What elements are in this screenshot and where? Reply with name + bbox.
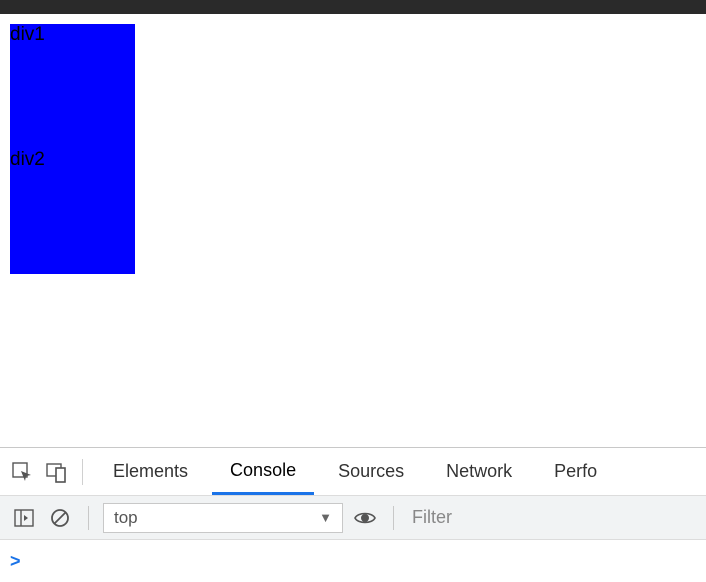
tab-performance-label: Perfo	[554, 461, 597, 482]
tab-elements-label: Elements	[113, 461, 188, 482]
devtools-panel: Elements Console Sources Network Perfo t…	[0, 447, 706, 582]
blue-container: div1 div2	[10, 24, 135, 274]
tab-separator	[82, 459, 83, 485]
tab-network-label: Network	[446, 461, 512, 482]
console-input-row[interactable]: >	[0, 540, 706, 582]
prompt-caret-icon: >	[10, 551, 21, 572]
tab-sources[interactable]: Sources	[320, 448, 422, 495]
inspect-icon[interactable]	[8, 458, 36, 486]
browser-top-bar	[0, 0, 706, 14]
toolbar-separator	[88, 506, 89, 530]
filter-input[interactable]	[408, 503, 696, 533]
div2-label: div2	[10, 149, 45, 170]
tab-console[interactable]: Console	[212, 448, 314, 495]
chevron-down-icon: ▼	[319, 510, 332, 525]
toolbar-separator	[393, 506, 394, 530]
tab-elements[interactable]: Elements	[95, 448, 206, 495]
page-viewport: div1 div2	[0, 14, 706, 447]
execution-context-select[interactable]: top ▼	[103, 503, 343, 533]
div1-label: div1	[10, 24, 45, 45]
sidebar-toggle-icon[interactable]	[10, 504, 38, 532]
tab-performance[interactable]: Perfo	[536, 448, 615, 495]
devtools-tabs: Elements Console Sources Network Perfo	[0, 448, 706, 496]
context-label: top	[114, 508, 138, 528]
eye-icon[interactable]	[351, 504, 379, 532]
console-toolbar: top ▼	[0, 496, 706, 540]
div2-box: div2	[10, 149, 135, 274]
tab-console-label: Console	[230, 460, 296, 481]
clear-console-icon[interactable]	[46, 504, 74, 532]
tab-network[interactable]: Network	[428, 448, 530, 495]
device-toggle-icon[interactable]	[42, 458, 70, 486]
div1-box: div1	[10, 24, 135, 149]
tab-sources-label: Sources	[338, 461, 404, 482]
